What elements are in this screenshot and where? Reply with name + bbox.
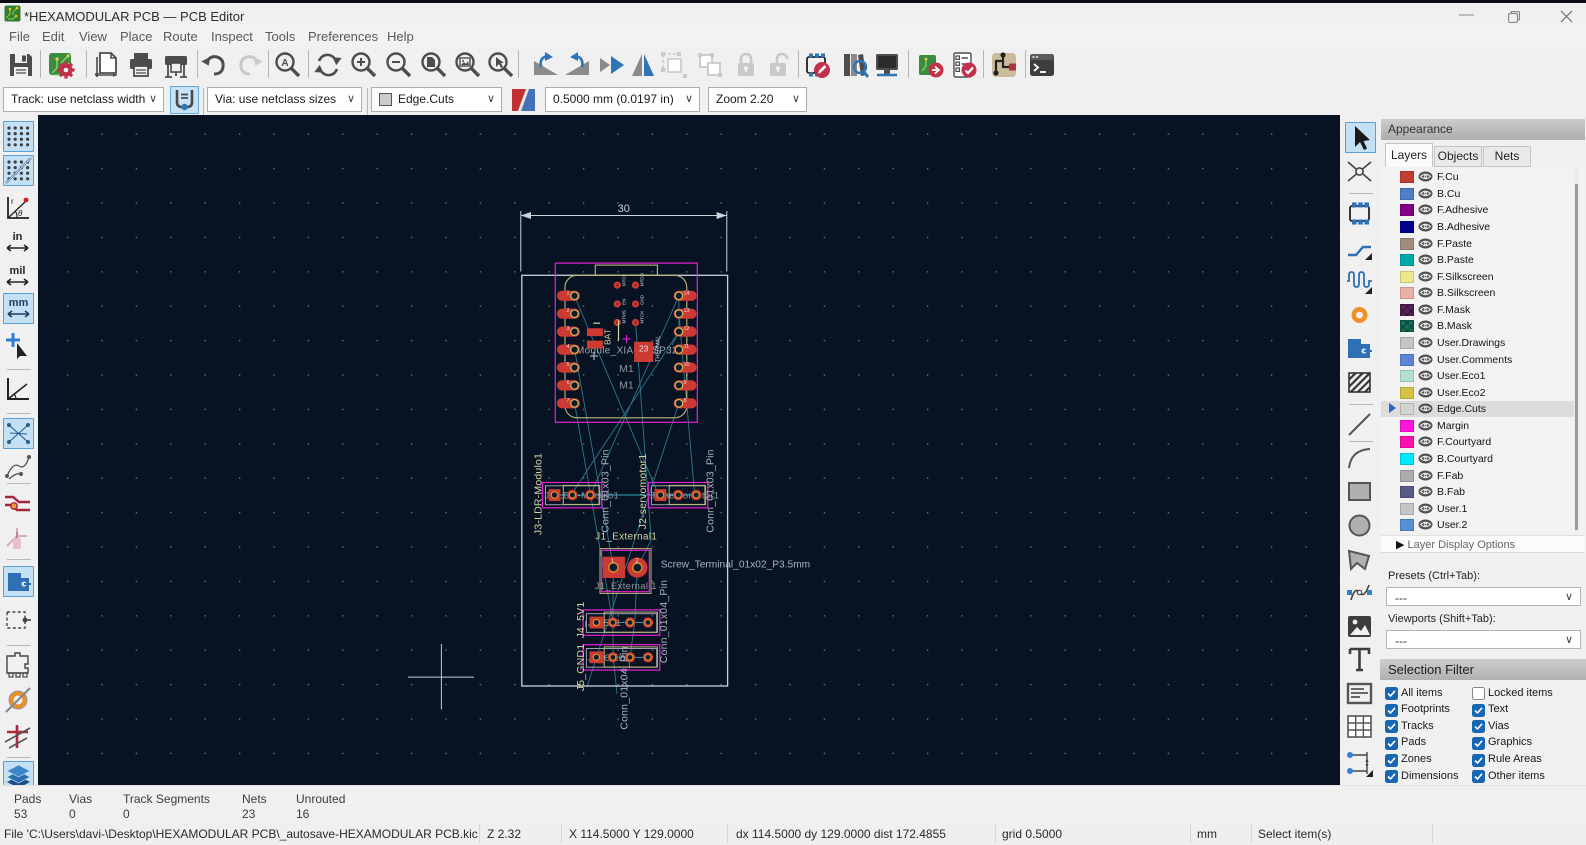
svg-text:23: 23 bbox=[639, 344, 649, 354]
svg-text:4: 4 bbox=[566, 344, 569, 350]
svg-text:J1_External 1: J1_External 1 bbox=[595, 581, 657, 592]
svg-text:2: 2 bbox=[635, 558, 639, 565]
svg-text:2: 2 bbox=[566, 308, 569, 314]
svg-text:5: 5 bbox=[566, 362, 569, 368]
svg-text:Conn_01x03_Pin: Conn_01x03_Pin bbox=[704, 449, 716, 532]
svg-text:BAT: BAT bbox=[603, 329, 613, 345]
svg-text:14: 14 bbox=[684, 290, 690, 296]
svg-text:MTMS: MTMS bbox=[621, 310, 626, 323]
svg-text:THERMAL: THERMAL bbox=[656, 336, 662, 362]
svg-text:30: 30 bbox=[618, 203, 630, 215]
svg-text:12: 12 bbox=[684, 326, 690, 332]
svg-text:3: 3 bbox=[566, 326, 569, 332]
svg-text:mil: mil bbox=[10, 265, 26, 277]
svg-text:J5_GND1: J5_GND1 bbox=[575, 644, 587, 692]
svg-text:8: 8 bbox=[684, 398, 687, 404]
svg-text:Conn_01x03_Pin: Conn_01x03_Pin bbox=[599, 449, 611, 532]
svg-text:MTDI: MTDI bbox=[621, 275, 626, 286]
svg-text:M1: M1 bbox=[619, 363, 634, 375]
svg-text:9: 9 bbox=[684, 380, 687, 386]
svg-text:J4_5V1: J4_5V1 bbox=[575, 602, 587, 639]
svg-text:10: 10 bbox=[684, 362, 690, 368]
svg-text:13: 13 bbox=[684, 308, 690, 314]
svg-text:MTDO: MTDO bbox=[640, 272, 645, 286]
svg-text:in: in bbox=[13, 231, 23, 243]
svg-text:Conn_01x04_Pin: Conn_01x04_Pin bbox=[618, 646, 630, 729]
svg-text:J2-servomotor1: J2-servomotor1 bbox=[637, 454, 649, 530]
svg-text:MTCK: MTCK bbox=[640, 311, 645, 324]
svg-text:J3-LDR-Modulo1: J3-LDR-Modulo1 bbox=[532, 453, 544, 535]
svg-text:7: 7 bbox=[566, 398, 569, 404]
svg-text:6: 6 bbox=[566, 380, 569, 386]
svg-text:M1: M1 bbox=[619, 380, 634, 392]
svg-text:EN: EN bbox=[621, 299, 626, 305]
svg-text:11: 11 bbox=[684, 344, 690, 350]
svg-text:Screw_Terminal_01x02_P3.5mm: Screw_Terminal_01x02_P3.5mm bbox=[661, 560, 810, 571]
svg-text:1: 1 bbox=[611, 558, 615, 565]
svg-text:θ: θ bbox=[18, 209, 23, 218]
svg-text:1: 1 bbox=[566, 290, 569, 296]
svg-text:GND: GND bbox=[640, 294, 645, 305]
svg-text:Conn_01x04_Pin: Conn_01x04_Pin bbox=[658, 580, 670, 663]
svg-text:r: r bbox=[11, 197, 14, 206]
svg-text:A: A bbox=[281, 58, 288, 69]
svg-text:mm: mm bbox=[9, 297, 29, 309]
